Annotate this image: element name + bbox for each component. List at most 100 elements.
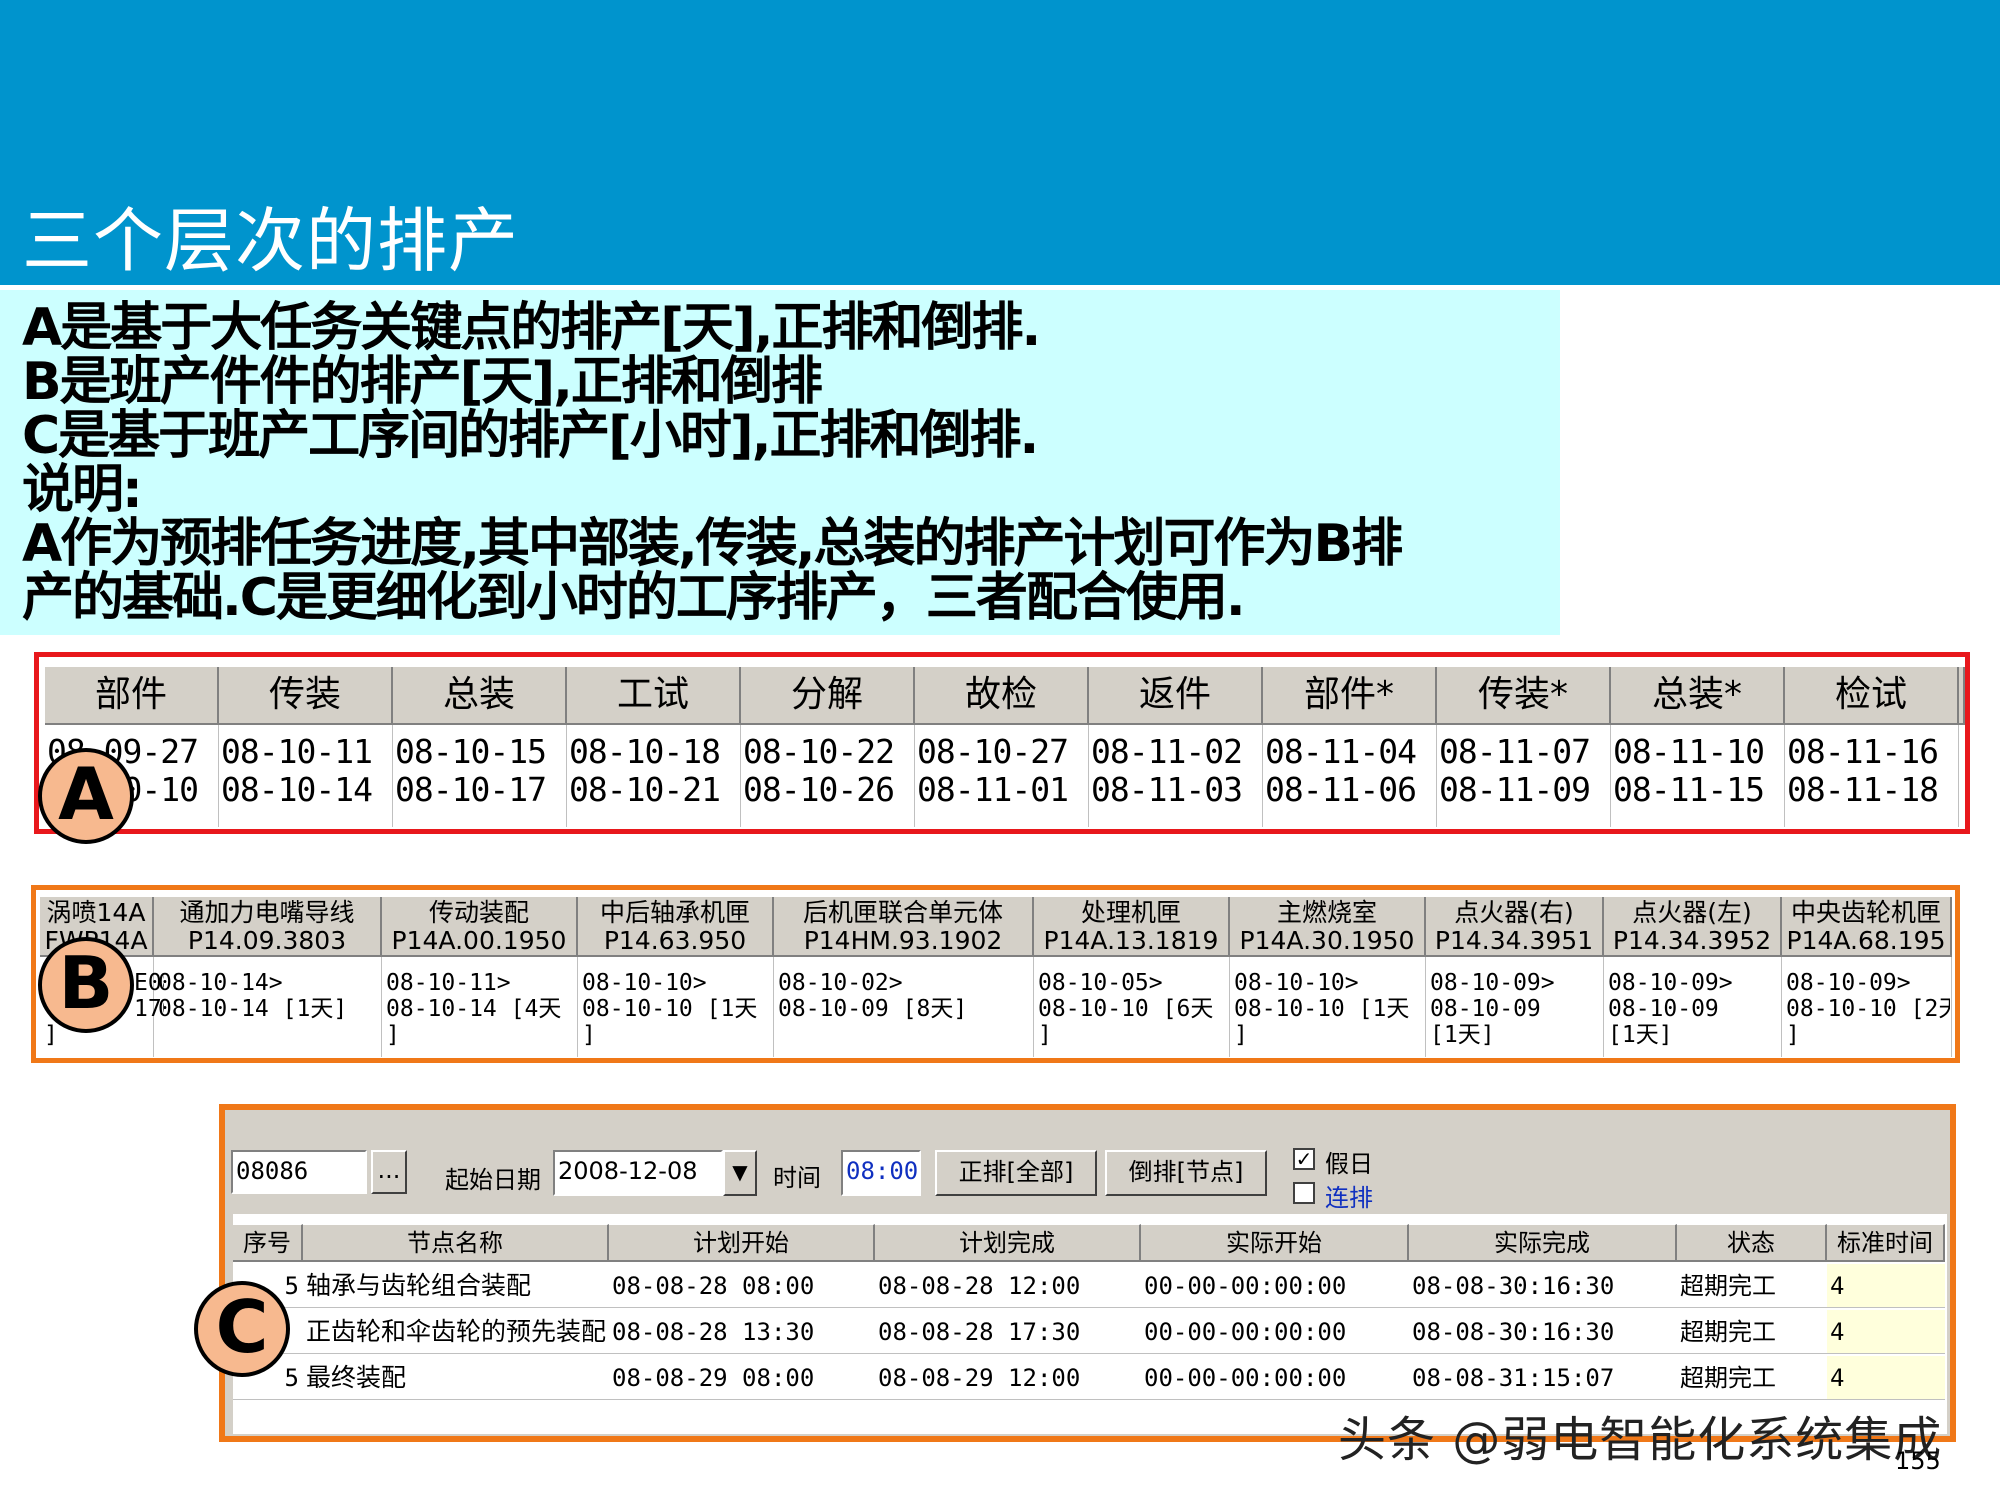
panel-c-cell-name[interactable]: 正齿轮和伞齿轮的预先装配 <box>303 1310 609 1354</box>
panel-b-header-4[interactable]: 后机匣联合单元体 P14HM.93.1902 <box>774 897 1034 957</box>
panel-b-part-name: 点火器(左) <box>1632 898 1752 927</box>
panel-b-divider <box>773 957 774 1057</box>
panel-b-date-to-6: 08-10-10 [1天 <box>1234 996 1410 1022</box>
panel-c-header-0[interactable]: 序号 <box>233 1224 303 1262</box>
panel-a-header-0[interactable]: 部件 <box>45 667 219 725</box>
panel-a-header-5[interactable]: 故检 <box>915 667 1089 725</box>
panel-b-part-code: P14.34.3951 <box>1434 926 1594 955</box>
panel-b-date-from-1: 08-10-14> <box>158 970 283 996</box>
panel-b-date-to-4: 08-10-09 [8天] <box>778 996 968 1022</box>
panel-a-header-2[interactable]: 总装 <box>393 667 567 725</box>
panel-b-date-extra-9: ] <box>1786 1022 1800 1048</box>
panel-c-cell-act_end[interactable]: 08-08-30:16:30 <box>1409 1264 1677 1308</box>
panel-c-header-6[interactable]: 状态 <box>1677 1224 1827 1262</box>
panel-b-header-6[interactable]: 主燃烧室 P14A.30.1950 <box>1230 897 1426 957</box>
panel-b-part-name: 后机匣联合单元体 <box>802 898 1003 927</box>
panel-a-start-date-7: 08-11-04 <box>1265 733 1417 771</box>
panel-b-part-code: P14A.68.195 <box>1786 926 1946 955</box>
description-box: A是基于大任务关键点的排产[天],正排和倒排. B是班产件件的排产[天],正排和… <box>0 290 1560 635</box>
slide-title: 三个层次的排产 <box>22 200 519 282</box>
panel-c-cell-plan_end[interactable]: 08-08-29 12:00 <box>875 1356 1141 1400</box>
panel-c-cell-act_start[interactable]: 00-00-00:00:00 <box>1141 1310 1409 1354</box>
order-number-input[interactable]: 08086 <box>231 1150 367 1194</box>
panel-c-process-schedule: 08086 ... 起始日期 2008-12-08 ▼ 时间 08:00 正排[… <box>219 1104 1956 1442</box>
panel-b-header-5[interactable]: 处理机匣 P14A.13.1819 <box>1034 897 1230 957</box>
panel-a-header-9[interactable]: 总装* <box>1611 667 1785 725</box>
panel-b-partial-to: 1708-10-14 <box>134 996 164 1022</box>
time-label: 时间 <box>773 1164 821 1192</box>
holiday-checkbox[interactable]: ✓ <box>1293 1148 1315 1170</box>
panel-b-header-7[interactable]: 点火器(右) P14.34.3951 <box>1426 897 1604 957</box>
panel-c-cell-status[interactable]: 超期完工 <box>1677 1356 1827 1400</box>
time-input[interactable]: 08:00 <box>841 1150 921 1196</box>
panel-b-part-name: 中央齿轮机匣 <box>1790 898 1941 927</box>
panel-c-cell-status[interactable]: 超期完工 <box>1677 1264 1827 1308</box>
panel-a-start-date-3: 08-10-18 <box>569 733 721 771</box>
panel-a-start-date-5: 08-10-27 <box>917 733 1069 771</box>
panel-a-header-10[interactable]: 检试 <box>1785 667 1959 725</box>
panel-b-date-extra-2: ] <box>386 1022 400 1048</box>
panel-c-cell-plan_start[interactable]: 08-08-28 13:30 <box>609 1310 875 1354</box>
panel-c-header-3[interactable]: 计划完成 <box>875 1224 1141 1262</box>
panel-c-cell-name[interactable]: 轴承与齿轮组合装配 <box>303 1264 609 1308</box>
panel-b-date-from-8: 08-10-09> <box>1608 970 1733 996</box>
panel-b-date-from-5: 08-10-05> <box>1038 970 1163 996</box>
backward-schedule-button[interactable]: 倒排[节点] <box>1105 1150 1267 1196</box>
forward-schedule-button[interactable]: 正排[全部] <box>935 1150 1097 1196</box>
panel-b-date-extra-5: ] <box>1038 1022 1052 1048</box>
panel-b-header-2[interactable]: 传动装配 P14A.00.1950 <box>382 897 578 957</box>
panel-a-start-date-1: 08-10-11 <box>221 733 373 771</box>
panel-a-header-4[interactable]: 分解 <box>741 667 915 725</box>
panel-b-divider <box>1229 957 1230 1057</box>
panel-c-header-1[interactable]: 节点名称 <box>303 1224 609 1262</box>
panel-b-divider <box>1951 957 1952 1057</box>
panel-c-header-7[interactable]: 标准时间 <box>1827 1224 1945 1262</box>
panel-c-cell-std_time[interactable]: 4 <box>1827 1264 1945 1308</box>
panel-b-part-code: P14.09.3803 <box>187 926 347 955</box>
panel-a-end-date-4: 08-10-26 <box>743 771 895 809</box>
panel-b-part-code: P14.34.3952 <box>1612 926 1772 955</box>
panel-a-end-date-9: 08-11-15 <box>1613 771 1765 809</box>
start-date-select[interactable]: 2008-12-08 <box>553 1150 723 1196</box>
panel-a-header-1[interactable]: 传装 <box>219 667 393 725</box>
panel-c-toolbar: 08086 ... 起始日期 2008-12-08 ▼ 时间 08:00 正排[… <box>231 1118 1947 1214</box>
panel-a-header-7[interactable]: 部件* <box>1263 667 1437 725</box>
title-bar: 三个层次的排产 <box>0 0 2000 285</box>
panel-b-header-8[interactable]: 点火器(左) P14.34.3952 <box>1604 897 1782 957</box>
panel-c-header-4[interactable]: 实际开始 <box>1141 1224 1409 1262</box>
panel-b-part-name: 传动装配 <box>428 898 529 927</box>
panel-a-start-date-8: 08-11-07 <box>1439 733 1591 771</box>
panel-b-header-3[interactable]: 中后轴承机匣 P14.63.950 <box>578 897 774 957</box>
description-line-note-label: 说明: <box>22 460 143 520</box>
panel-c-cell-act_end[interactable]: 08-08-31:15:07 <box>1409 1356 1677 1400</box>
panel-b-date-to-9: 08-10-10 [2天 <box>1786 996 1950 1022</box>
panel-c-cell-std_time[interactable]: 4 <box>1827 1356 1945 1400</box>
browse-button[interactable]: ... <box>371 1150 407 1194</box>
panel-c-cell-std_time[interactable]: 4 <box>1827 1310 1945 1354</box>
panel-b-header-1[interactable]: 通加力电嘴导线 P14.09.3803 <box>154 897 382 957</box>
panel-b-partial-from: E08-10-14> <box>134 970 164 996</box>
panel-a-header-extra <box>1959 667 1965 725</box>
panel-c-cell-plan_start[interactable]: 08-08-29 08:00 <box>609 1356 875 1400</box>
panel-b-part-name: 涡喷14A <box>46 898 146 927</box>
continuous-checkbox[interactable] <box>1293 1182 1315 1204</box>
panel-c-cell-status[interactable]: 超期完工 <box>1677 1310 1827 1354</box>
panel-c-cell-plan_end[interactable]: 08-08-28 17:30 <box>875 1310 1141 1354</box>
panel-a-header-3[interactable]: 工试 <box>567 667 741 725</box>
panel-b-date-to-3: 08-10-10 [1天 <box>582 996 758 1022</box>
panel-c-cell-act_start[interactable]: 00-00-00:00:00 <box>1141 1264 1409 1308</box>
chevron-down-icon[interactable]: ▼ <box>723 1150 757 1196</box>
panel-b-header-9[interactable]: 中央齿轮机匣 P14A.68.195 <box>1782 897 1952 957</box>
panel-a-divider <box>1436 725 1437 827</box>
panel-c-cell-act_start[interactable]: 00-00-00:00:00 <box>1141 1356 1409 1400</box>
panel-c-cell-act_end[interactable]: 08-08-30:16:30 <box>1409 1310 1677 1354</box>
panel-a-header-6[interactable]: 返件 <box>1089 667 1263 725</box>
panel-c-header-5[interactable]: 实际完成 <box>1409 1224 1677 1262</box>
panel-c-cell-name[interactable]: 最终装配 <box>303 1356 609 1400</box>
panel-c-header-2[interactable]: 计划开始 <box>609 1224 875 1262</box>
panel-a-divider <box>1088 725 1089 827</box>
panel-b-part-code: P14HM.93.1902 <box>803 926 1003 955</box>
panel-c-cell-plan_end[interactable]: 08-08-28 12:00 <box>875 1264 1141 1308</box>
panel-a-header-8[interactable]: 传装* <box>1437 667 1611 725</box>
panel-c-cell-plan_start[interactable]: 08-08-28 08:00 <box>609 1264 875 1308</box>
